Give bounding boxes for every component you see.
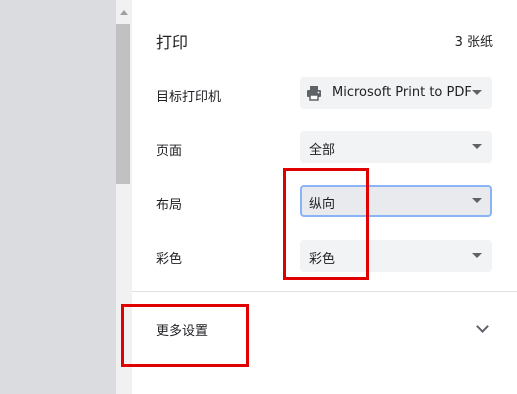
sheet-count: 3 张纸 bbox=[454, 35, 493, 50]
annotation-box-layout-color bbox=[283, 168, 369, 280]
pages-label: 页面 bbox=[156, 144, 183, 159]
color-label: 彩色 bbox=[156, 252, 183, 267]
destination-label: 目标打印机 bbox=[156, 90, 222, 105]
destination-select[interactable]: Microsoft Print to PDF bbox=[300, 77, 492, 109]
scrollbar-thumb[interactable] bbox=[116, 24, 130, 184]
caret-down-icon bbox=[472, 144, 482, 149]
caret-down-icon bbox=[472, 90, 482, 95]
printer-icon bbox=[307, 86, 321, 101]
pages-select[interactable]: 全部 bbox=[300, 131, 492, 163]
print-preview-pane bbox=[0, 0, 116, 394]
scroll-up-arrow-icon[interactable] bbox=[120, 10, 128, 15]
pages-value: 全部 bbox=[309, 143, 336, 158]
caret-down-icon bbox=[472, 253, 482, 258]
annotation-box-more-settings bbox=[121, 304, 249, 367]
page-title: 打印 bbox=[156, 33, 189, 52]
chevron-down-icon[interactable] bbox=[476, 320, 489, 333]
layout-label: 布局 bbox=[156, 198, 183, 213]
destination-value: Microsoft Print to PDF bbox=[332, 85, 472, 100]
caret-down-icon bbox=[472, 198, 482, 203]
